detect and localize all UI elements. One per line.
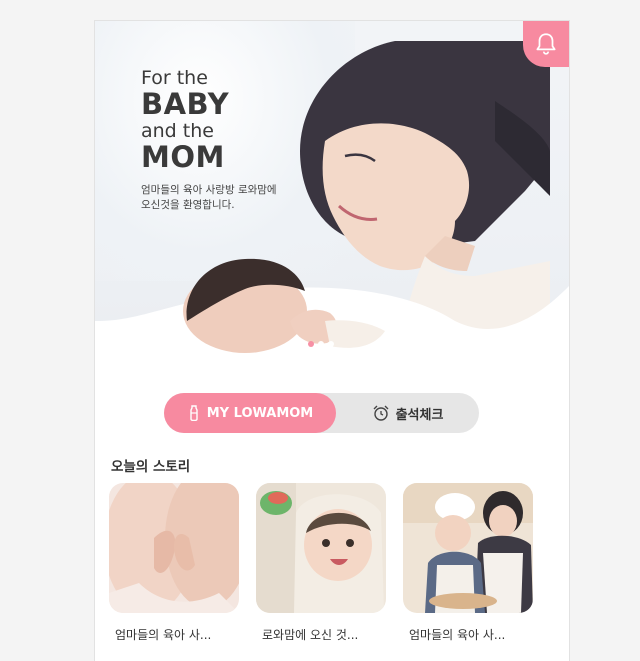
tab-bar: MY LOWAMOM 출석체크 <box>164 393 479 433</box>
tab-my-lowamom-label: MY LOWAMOM <box>206 405 314 421</box>
carousel-dot[interactable] <box>318 341 324 347</box>
alarm-clock-icon <box>373 405 389 421</box>
story-thumbnail <box>256 483 386 613</box>
hero-description-line-2: 오신것을 환영합니다. <box>141 199 235 211</box>
stories-section-title: 오늘의 스토리 <box>111 459 191 475</box>
story-caption: 엄마들의 육아 사... <box>409 628 506 642</box>
hands-heart-photo <box>109 483 239 613</box>
story-thumbnail <box>403 483 533 613</box>
story-card[interactable]: 엄마들의 육아 사... <box>109 483 239 643</box>
tab-attendance[interactable]: 출석체크 <box>336 393 479 433</box>
tab-my-lowamom[interactable]: MY LOWAMOM <box>164 393 336 433</box>
story-card[interactable]: 로와맘에 오신 것... <box>256 483 386 643</box>
story-caption: 엄마들의 육아 사... <box>115 628 212 642</box>
hero-banner[interactable]: For the BABY and the MOM 엄마들의 육아 사랑방 로와맘… <box>95 21 569 393</box>
headline-line-4: MOM <box>141 140 225 174</box>
story-thumbnail <box>109 483 239 613</box>
headline-line-3: and the <box>141 120 214 142</box>
baby-bottle-icon <box>190 405 198 421</box>
tab-attendance-label: 출석체크 <box>395 407 444 423</box>
headline-line-2: BABY <box>141 87 230 121</box>
story-caption: 로와맘에 오신 것... <box>262 628 359 642</box>
carousel-dot[interactable] <box>328 341 334 347</box>
smiling-baby-photo <box>256 483 386 613</box>
hero-headline: For the BABY and the MOM 엄마들의 육아 사랑방 로와맘… <box>141 67 277 213</box>
carousel-dot[interactable] <box>308 341 314 347</box>
mother-child-baking-photo <box>403 483 533 613</box>
app-screen: For the BABY and the MOM 엄마들의 육아 사랑방 로와맘… <box>94 20 570 661</box>
hero-description-line-1: 엄마들의 육아 사랑방 로와맘에 <box>141 184 277 196</box>
carousel-indicator <box>308 341 334 347</box>
hero-description: 엄마들의 육아 사랑방 로와맘에 오신것을 환영합니다. <box>141 183 277 213</box>
bell-icon <box>536 33 556 55</box>
notification-button[interactable] <box>523 21 569 67</box>
headline-line-1: For the <box>141 67 208 89</box>
story-card[interactable]: 엄마들의 육아 사... <box>403 483 533 643</box>
story-list: 엄마들의 육아 사... 로와맘에 오신 것... 엄마들의 육아 사... <box>109 483 569 661</box>
